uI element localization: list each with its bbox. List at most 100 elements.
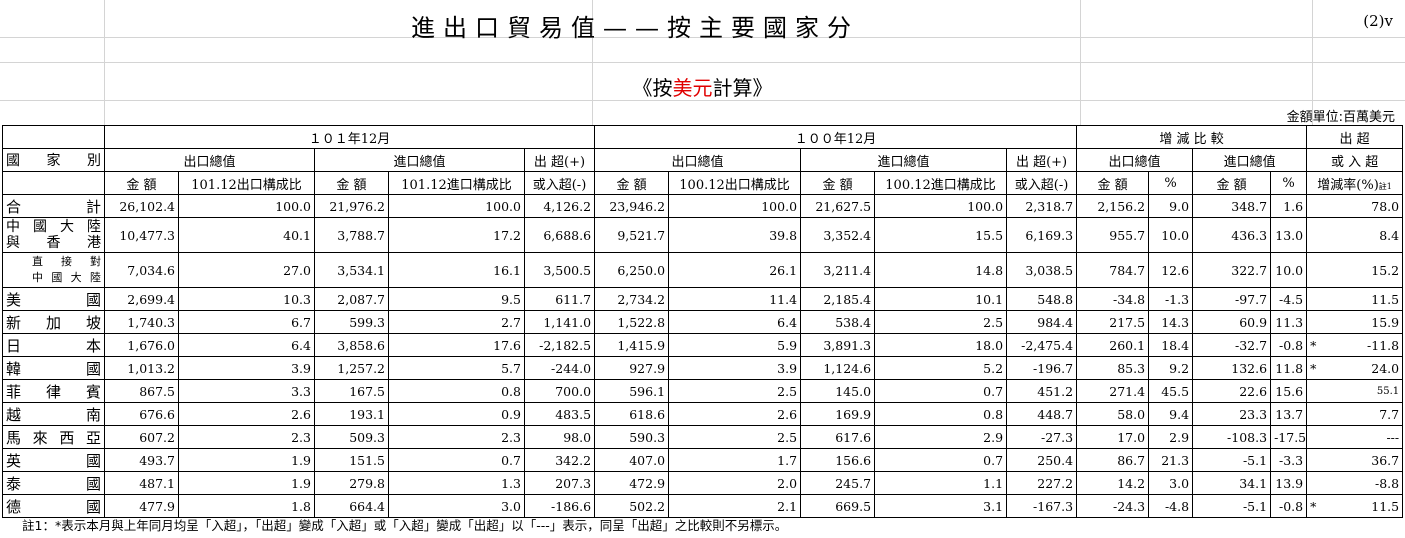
inbound-marker: *: [1306, 356, 1333, 380]
cell-value: 156.6: [800, 448, 876, 472]
header-pct: %: [1270, 171, 1308, 195]
cell-value: 9.4: [1148, 402, 1194, 426]
header-rate-note: 註1: [1378, 181, 1392, 191]
cell-value: 13.9: [1270, 471, 1308, 495]
cell-value: 2.9: [874, 425, 1008, 449]
cell-value: 483.5: [523, 402, 596, 426]
net-rate-value: 11.5: [1332, 494, 1404, 518]
cell-value: 3,500.5: [523, 252, 596, 288]
cell-value: 10.0: [1148, 217, 1194, 253]
country-name-line1: 中國大陸: [6, 219, 101, 235]
header-row-year: １０１年12月 １００年12月 增 減 比 較 出 超: [2, 125, 1404, 149]
cell-value: 0.8: [388, 379, 525, 403]
cell-value: 955.7: [1076, 217, 1150, 253]
cell-value: 493.7: [104, 448, 179, 472]
cell-value: -5.1: [1192, 448, 1272, 472]
cell-value: 3.1: [874, 494, 1008, 518]
cell-value: 9.0: [1148, 194, 1194, 218]
cell-value: 22.6: [1192, 379, 1272, 403]
header-amount: 金 額: [314, 171, 389, 195]
cell-value: 145.0: [800, 379, 876, 403]
cell-value: 40.1: [178, 217, 315, 253]
cell-value: 984.4: [1006, 310, 1078, 334]
cell-value: -2,182.5: [523, 333, 596, 357]
inbound-marker: [1306, 402, 1333, 426]
country-name: 日 本: [2, 333, 105, 357]
cell-value: 2.5: [668, 379, 802, 403]
cell-value: 1.9: [178, 448, 315, 472]
cell-value: 3,211.4: [800, 252, 876, 288]
cell-value: 100.0: [388, 194, 525, 218]
cell-value: -108.3: [1192, 425, 1272, 449]
cell-value: 1,740.3: [104, 310, 179, 334]
cell-value: -3.3: [1270, 448, 1308, 472]
cell-value: 927.9: [594, 356, 670, 380]
cell-value: 1.1: [874, 471, 1008, 495]
cell-value: 169.9: [800, 402, 876, 426]
country-name: 直接對 中國大陸: [2, 252, 105, 288]
header-row-group: 國 家 別 出口總值 進口總值 出 超(+) 出口總值 進口總值 出 超(+) …: [2, 148, 1404, 172]
cell-value: 15.6: [1270, 379, 1308, 403]
cell-value: -97.7: [1192, 287, 1272, 311]
header-net-top: 出 超: [1306, 125, 1404, 149]
cell-value: 98.0: [523, 425, 596, 449]
cell-value: 3,891.3: [800, 333, 876, 357]
cell-value: 260.1: [1076, 333, 1150, 357]
inbound-marker: [1306, 252, 1333, 288]
net-rate-value: 78.0: [1332, 194, 1404, 218]
cell-value: 6,250.0: [594, 252, 670, 288]
cell-value: 18.0: [874, 333, 1008, 357]
cell-value: 700.0: [523, 379, 596, 403]
cell-value: 4,126.2: [523, 194, 596, 218]
net-rate-value: 36.7: [1332, 448, 1404, 472]
trade-table: １０１年12月 １００年12月 增 減 比 較 出 超 國 家 別 出口總值 進…: [2, 125, 1404, 518]
net-rate-value: 8.4: [1332, 217, 1404, 253]
cell-value: 10,477.3: [104, 217, 179, 253]
cell-value: 10.3: [178, 287, 315, 311]
cell-value: 132.6: [1192, 356, 1272, 380]
table-body: 合 計 26,102.4 100.0 21,976.2 100.0 4,126.2 23,9…: [2, 194, 1404, 518]
cell-value: 9,521.7: [594, 217, 670, 253]
inbound-marker: [1306, 310, 1333, 334]
page-code: (2)v: [1363, 12, 1393, 30]
inbound-marker: *: [1306, 333, 1333, 357]
cell-value: 3,788.7: [314, 217, 389, 253]
cell-value: 86.7: [1076, 448, 1150, 472]
cell-value: 9.2: [1148, 356, 1194, 380]
header-year-previous: １００年12月: [594, 125, 1078, 149]
cell-value: 9.5: [388, 287, 525, 311]
header-cur-export-share: 101.12出口構成比: [178, 171, 315, 195]
cell-value: 784.7: [1076, 252, 1150, 288]
cell-value: -167.3: [1006, 494, 1078, 518]
cell-value: 1,141.0: [523, 310, 596, 334]
country-name: 美 國: [2, 287, 105, 311]
cell-value: 1.3: [388, 471, 525, 495]
cell-value: 436.3: [1192, 217, 1272, 253]
header-country: 國 家 別: [2, 148, 105, 172]
cell-value: 21.3: [1148, 448, 1194, 472]
net-rate-value: 15.2: [1332, 252, 1404, 288]
header-comparison: 增 減 比 較: [1076, 125, 1308, 149]
cell-value: 0.7: [388, 448, 525, 472]
cell-value: 217.5: [1076, 310, 1150, 334]
cell-value: 18.4: [1148, 333, 1194, 357]
cell-value: 193.1: [314, 402, 389, 426]
cell-value: 26.1: [668, 252, 802, 288]
cell-value: 21,976.2: [314, 194, 389, 218]
cell-value: 14.3: [1148, 310, 1194, 334]
cell-value: -34.8: [1076, 287, 1150, 311]
table-row: 美 國 2,699.4 10.3 2,087.7 9.5 611.7 2,734.2 11.4…: [2, 287, 1404, 311]
cell-value: -4.8: [1148, 494, 1194, 518]
cell-value: 2,156.2: [1076, 194, 1150, 218]
inbound-marker: [1306, 379, 1333, 403]
header-blank: [2, 125, 105, 149]
cell-value: 1.7: [668, 448, 802, 472]
cell-value: 1.6: [1270, 194, 1308, 218]
cell-value: 207.3: [523, 471, 596, 495]
header-prev-balance-top: 出 超(+): [1006, 148, 1078, 172]
cell-value: 0.7: [874, 448, 1008, 472]
cell-value: 15.5: [874, 217, 1008, 253]
cell-value: 13.7: [1270, 402, 1308, 426]
cell-value: 2,699.4: [104, 287, 179, 311]
cell-value: 3,534.1: [314, 252, 389, 288]
